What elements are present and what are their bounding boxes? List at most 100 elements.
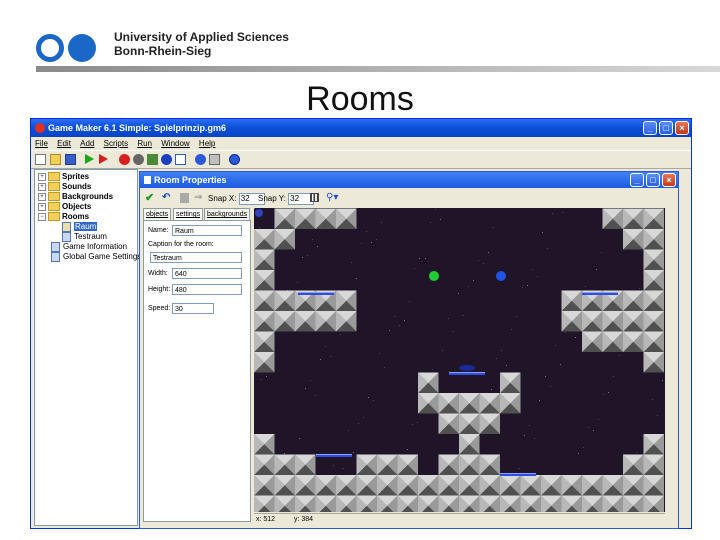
new-icon[interactable] [35,154,46,165]
star-speck [619,355,620,356]
width-input[interactable]: 640 [172,268,242,279]
star-speck [473,280,474,281]
tree-item-testraum[interactable]: Testraum [62,232,107,242]
speed-label: Speed: [148,305,171,312]
star-speck [404,320,405,321]
star-speck [371,242,372,243]
star-speck [284,453,285,454]
shift-icon[interactable]: ⇒ [194,190,202,206]
room-maximize-button[interactable]: □ [646,173,660,187]
star-speck [368,397,369,398]
run-debug-icon[interactable] [99,154,108,164]
height-input[interactable]: 480 [172,284,242,295]
minimize-button[interactable]: _ [643,121,657,135]
close-button[interactable]: × [675,121,689,135]
room-icon[interactable] [175,154,186,165]
menu-help[interactable]: Help [199,139,215,148]
open-icon[interactable] [50,154,61,165]
star-speck [373,400,374,401]
window-titlebar[interactable]: Game Maker 6.1 Simple: Spielprinzip.gm6 … [31,119,691,137]
room-properties-window: Room Properties _ □ × ✔ ↶ ⇒ Snap X: Snap… [139,171,679,529]
star-speck [463,315,464,316]
room-resource-icon [62,232,71,242]
tree-item-objects[interactable]: + Objects [38,202,91,212]
star-speck [389,330,390,331]
app-window: Game Maker 6.1 Simple: Spielprinzip.gm6 … [30,118,692,529]
logo-dot-icon [68,34,96,62]
star-speck [583,447,584,448]
moving-platform-highlight [582,292,618,293]
header-divider [36,66,720,72]
undo-icon[interactable]: ↶ [162,190,170,206]
caption-input[interactable]: Testraum [150,252,242,263]
room-properties-title: Room Properties [154,175,227,185]
collapse-icon[interactable]: − [38,212,46,221]
clear-icon[interactable] [180,193,189,203]
object-icon[interactable] [161,154,172,165]
star-speck [562,212,563,213]
expand-icon[interactable]: + [38,192,46,201]
star-speck [366,231,367,232]
tree-item-backgrounds[interactable]: + Backgrounds [38,192,113,202]
star-speck [414,268,415,269]
tree-item-sprites[interactable]: + Sprites [38,172,89,182]
tree-item-rooms[interactable]: − Rooms [38,212,89,222]
menu-scripts[interactable]: Scripts [104,139,128,148]
room-properties-titlebar[interactable]: Room Properties _ □ × [140,172,678,188]
star-speck [496,358,497,359]
menu-window[interactable]: Window [161,139,189,148]
star-speck [442,350,443,351]
sound-icon[interactable] [133,154,144,165]
star-speck [430,222,431,223]
star-speck [539,400,540,401]
speed-input[interactable]: 30 [172,303,214,314]
room-close-button[interactable]: × [662,173,676,187]
height-label: Height: [148,286,171,293]
expand-icon[interactable]: + [38,202,46,211]
expand-icon[interactable]: + [38,172,46,181]
zoom-icon[interactable]: ⚲▾ [326,190,338,206]
settings-icon[interactable] [209,154,220,165]
info-document-icon [51,242,60,252]
name-label: Name: [148,227,169,234]
menu-edit[interactable]: Edit [57,139,71,148]
folder-icon [48,182,60,192]
moving-platform-highlight [449,372,485,373]
star-speck [351,262,352,263]
snap-x-group: Snap X: [208,191,265,205]
star-speck [545,376,546,377]
expand-icon[interactable]: + [38,182,46,191]
menu-add[interactable]: Add [80,139,94,148]
width-label: Width: [148,270,168,277]
tree-item-game-information[interactable]: Game Information [51,242,127,252]
star-speck [506,365,507,366]
maximize-button[interactable]: □ [659,121,673,135]
run-icon[interactable] [85,154,94,164]
ok-check-icon[interactable]: ✔ [145,190,154,206]
room-minimize-button[interactable]: _ [630,173,644,187]
sprite-icon[interactable] [119,154,130,165]
star-speck [575,337,576,338]
tree-item-sounds[interactable]: + Sounds [38,182,91,192]
info-icon[interactable] [195,154,206,165]
menu-file[interactable]: File [35,139,48,148]
star-speck [261,379,262,380]
tree-item-global-settings[interactable]: Global Game Settings [51,252,141,262]
star-speck [448,318,449,319]
star-speck [310,380,311,381]
save-icon[interactable] [65,154,76,165]
background-icon[interactable] [147,154,158,165]
help-icon[interactable] [229,154,240,165]
folder-icon [48,202,60,212]
star-speck [302,257,303,258]
tree-item-raum[interactable]: Raum [62,222,98,232]
room-editor-canvas[interactable] [254,208,665,512]
main-toolbar [31,150,691,169]
room-toolbar: ✔ ↶ ⇒ Snap X: Snap Y: ⚲▾ [140,190,678,206]
grid-toggle-icon[interactable] [310,193,319,202]
star-speck [343,468,344,469]
name-input[interactable]: Raum [172,225,242,236]
menu-run[interactable]: Run [137,139,152,148]
star-speck [384,367,385,368]
star-speck [488,252,489,253]
